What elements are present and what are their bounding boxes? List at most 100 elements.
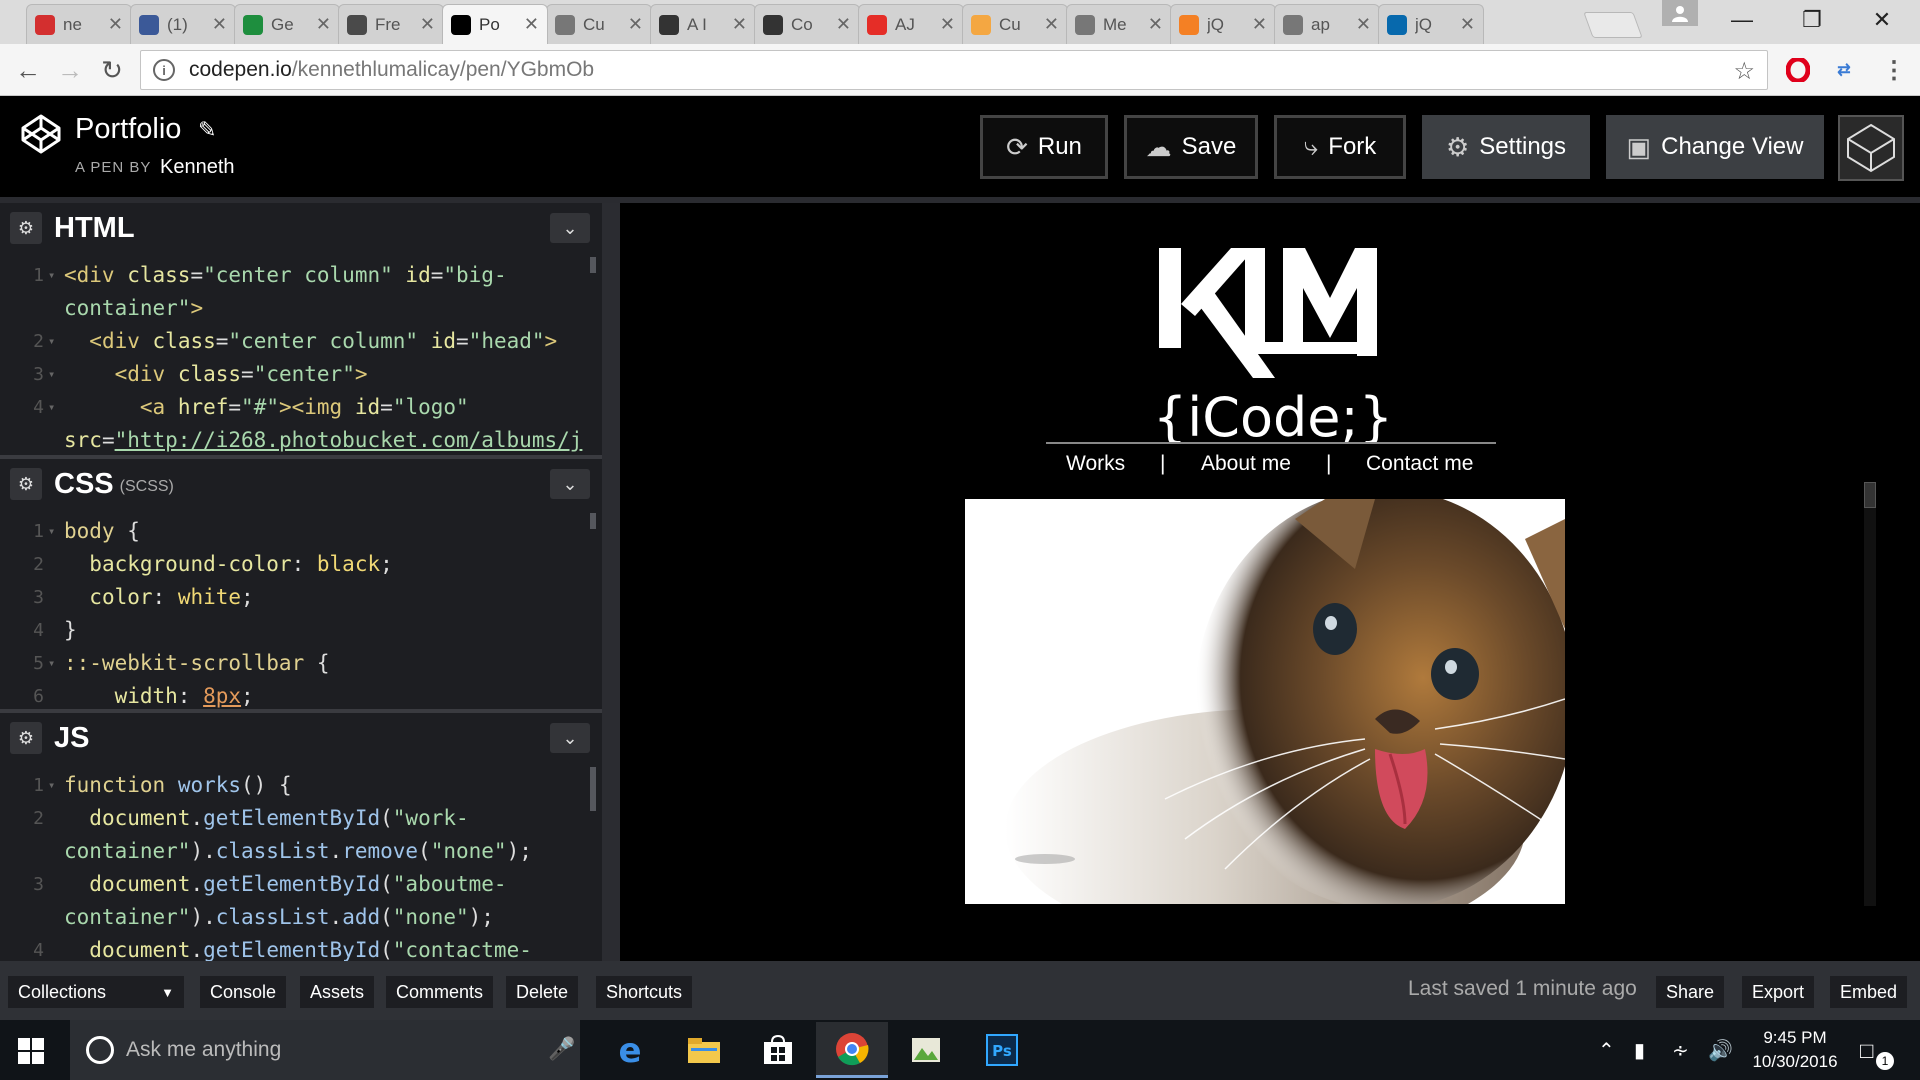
chevron-up-icon[interactable]: ⌃ — [1598, 1038, 1615, 1063]
browser-tab[interactable]: jQ ✕ — [1170, 4, 1276, 44]
chevron-down-icon[interactable]: ⌄ — [550, 469, 590, 499]
close-tab-icon[interactable]: ✕ — [1044, 14, 1059, 35]
browser-tab[interactable]: Fre ✕ — [338, 4, 444, 44]
browser-tab[interactable]: jQ ✕ — [1378, 4, 1484, 44]
reload-icon[interactable]: ↻ — [96, 54, 128, 86]
codepen-icon — [659, 14, 679, 35]
pen-author-link[interactable]: Kenneth — [160, 156, 235, 179]
gear-icon[interactable]: ⚙ — [10, 722, 42, 754]
browser-tab[interactable]: ap ✕ — [1274, 4, 1380, 44]
change-view-button[interactable]: ▣ Change View — [1606, 115, 1824, 179]
back-arrow-icon[interactable]: ← — [12, 54, 44, 86]
photoshop-icon[interactable]: Ps — [966, 1022, 1038, 1078]
close-tab-icon[interactable]: ✕ — [316, 14, 331, 35]
codepen-logo-icon[interactable] — [20, 113, 62, 155]
volume-icon[interactable]: 🔊 — [1708, 1038, 1733, 1063]
close-tab-icon[interactable]: ✕ — [732, 14, 747, 35]
delete-button[interactable]: Delete — [506, 976, 579, 1008]
edit-pencil-icon[interactable]: ✎ — [198, 117, 216, 143]
browser-tab[interactable]: ne ✕ — [26, 4, 132, 44]
run-button[interactable]: ⟳ Run — [980, 115, 1108, 179]
close-tab-icon[interactable]: ✕ — [524, 14, 539, 35]
battery-icon[interactable]: ▮ — [1634, 1038, 1645, 1063]
settings-button[interactable]: ⚙ Settings — [1422, 115, 1590, 179]
browser-tab[interactable]: Co ✕ — [754, 4, 860, 44]
file-explorer-icon[interactable] — [668, 1022, 740, 1078]
browser-tab[interactable]: Ge ✕ — [234, 4, 340, 44]
nav-contact-link[interactable]: Contact me — [1366, 452, 1473, 476]
html-code[interactable]: 1 ▾ <div class="center column" id="big- co… — [0, 253, 602, 453]
browser-tab[interactable]: Me ✕ — [1066, 4, 1172, 44]
browser-tab[interactable]: (1) ✕ — [130, 4, 236, 44]
preview-scrollbar[interactable] — [1864, 482, 1876, 906]
browser-tab[interactable]: Po ✕ — [442, 4, 548, 44]
share-button[interactable]: Share — [1656, 976, 1725, 1008]
user-avatar[interactable] — [1838, 115, 1904, 181]
info-icon[interactable]: i — [153, 59, 175, 81]
svg-text:Ps: Ps — [992, 1042, 1012, 1060]
close-tab-icon[interactable]: ✕ — [1148, 14, 1163, 35]
menu-icon[interactable]: ⋮ — [1880, 56, 1908, 84]
scrollbar[interactable] — [590, 767, 596, 811]
chrome-icon[interactable] — [816, 1022, 888, 1078]
address-bar[interactable]: i codepen.io/kennethlumalicay/pen/YGbmOb… — [140, 50, 1768, 90]
store-icon[interactable] — [742, 1022, 814, 1078]
css-code[interactable]: 1 ▾ body { 2 background-color: black; 3 co… — [0, 509, 602, 709]
caret-down-icon: ▼ — [161, 984, 174, 1000]
close-tab-icon[interactable]: ✕ — [108, 14, 123, 35]
pane-resize-handle[interactable] — [602, 203, 620, 961]
assets-button[interactable]: Assets — [300, 976, 375, 1008]
browser-tab[interactable]: AJ ✕ — [858, 4, 964, 44]
scrollbar[interactable] — [590, 513, 596, 529]
gear-icon[interactable]: ⚙ — [10, 212, 42, 244]
console-button[interactable]: Console — [200, 976, 287, 1008]
browser-tab[interactable]: A I ✕ — [650, 4, 756, 44]
restore-icon[interactable]: ❐ — [1782, 0, 1842, 40]
gear-icon[interactable]: ⚙ — [10, 468, 42, 500]
klm-logo[interactable]: {iCode;} — [1153, 246, 1395, 449]
edge-icon[interactable]: e — [594, 1022, 666, 1078]
close-tab-icon[interactable]: ✕ — [212, 14, 227, 35]
windows-start-icon[interactable] — [18, 1038, 44, 1064]
close-tab-icon[interactable]: ✕ — [1460, 14, 1475, 35]
embed-button[interactable]: Embed — [1830, 976, 1908, 1008]
close-tab-icon[interactable]: ✕ — [420, 14, 435, 35]
bookmark-star-icon[interactable]: ☆ — [1733, 57, 1755, 86]
nav-works-link[interactable]: Works — [1066, 452, 1125, 476]
notification-count-badge: 1 — [1876, 1052, 1894, 1070]
shortcuts-button[interactable]: Shortcuts — [596, 976, 693, 1008]
profile-icon[interactable] — [1662, 0, 1698, 26]
close-tab-icon[interactable]: ✕ — [1356, 14, 1371, 35]
preview-scrollbar-thumb[interactable] — [1864, 482, 1876, 508]
close-tab-icon[interactable]: ✕ — [836, 14, 851, 35]
forward-arrow-icon[interactable]: → — [54, 54, 86, 86]
opera-extension-icon[interactable] — [1784, 56, 1812, 84]
js-editor: ⚙ JS ⌄ 1 ▾ function works() { 2 document.g… — [0, 713, 602, 961]
save-button[interactable]: ☁ Save — [1124, 115, 1258, 179]
close-window-icon[interactable]: ✕ — [1852, 0, 1912, 40]
js-code[interactable]: 1 ▾ function works() { 2 document.getEleme… — [0, 763, 602, 961]
fork-button[interactable]: ⤷ Fork — [1274, 115, 1406, 179]
close-tab-icon[interactable]: ✕ — [1252, 14, 1267, 35]
nav-about-link[interactable]: About me — [1201, 452, 1291, 476]
collections-dropdown[interactable]: Collections ▼ — [8, 976, 184, 1008]
export-button[interactable]: Export — [1742, 976, 1815, 1008]
minimize-icon[interactable]: — — [1712, 0, 1772, 40]
browser-tab[interactable]: Cu ✕ — [962, 4, 1068, 44]
comments-button[interactable]: Comments — [386, 976, 494, 1008]
new-tab-button[interactable] — [1583, 12, 1643, 38]
browser-tab[interactable]: Cu ✕ — [546, 4, 652, 44]
wifi-icon[interactable]: ∻ — [1672, 1038, 1689, 1063]
translate-extension-icon[interactable]: ⇄ — [1830, 56, 1858, 84]
notifications-icon[interactable]: □ — [1860, 1038, 1873, 1064]
chevron-down-icon[interactable]: ⌄ — [550, 723, 590, 753]
close-tab-icon[interactable]: ✕ — [940, 14, 955, 35]
scrollbar[interactable] — [590, 257, 596, 273]
close-tab-icon[interactable]: ✕ — [628, 14, 643, 35]
microphone-icon[interactable]: 🎤 — [548, 1036, 575, 1062]
change-view-label: Change View — [1661, 133, 1804, 160]
chevron-down-icon[interactable]: ⌄ — [550, 213, 590, 243]
photo-app-icon[interactable] — [890, 1022, 962, 1078]
clock[interactable]: 9:45 PM 10/30/2016 — [1740, 1026, 1850, 1074]
pen-title[interactable]: Portfolio — [75, 113, 181, 146]
